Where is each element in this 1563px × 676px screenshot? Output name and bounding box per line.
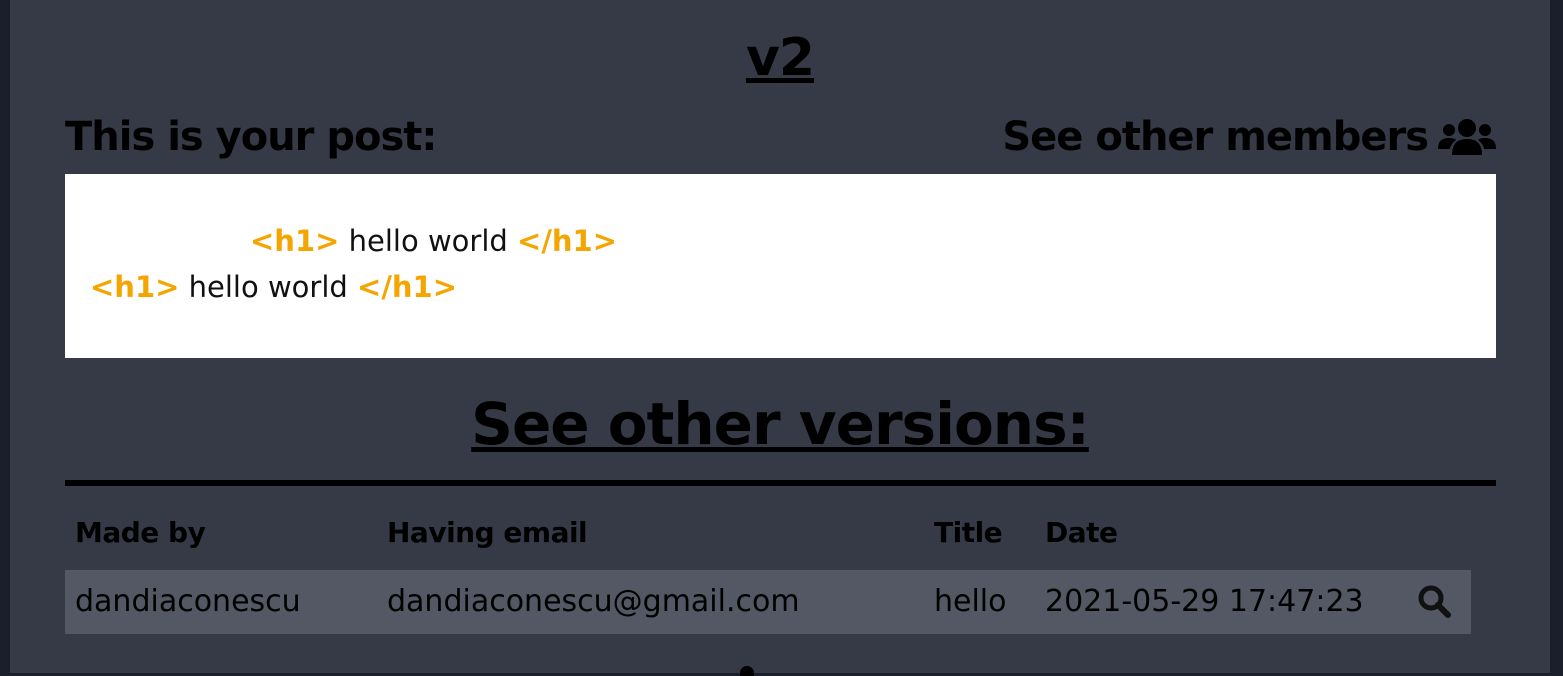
main-panel: v2 This is your post: See other members … [10, 0, 1550, 676]
cell-date: 2021-05-29 17:47:23 [1045, 584, 1364, 619]
see-other-members-link[interactable]: See other members [1002, 114, 1496, 160]
post-line: <h1> hello world </h1> [250, 224, 617, 258]
column-header-email: Having email [387, 516, 588, 549]
open-tag: <h1> [250, 224, 340, 258]
post-heading: This is your post: [65, 114, 437, 160]
users-icon [1438, 119, 1496, 155]
version-title: v2 [745, 28, 815, 88]
cell-email: dandiaconescu@gmail.com [387, 584, 800, 619]
partial-element [740, 666, 754, 676]
close-tag: </h1> [357, 270, 458, 304]
divider [65, 480, 1496, 486]
close-tag: </h1> [517, 224, 618, 258]
post-text: hello world [188, 270, 348, 304]
members-link-label: See other members [1002, 114, 1429, 160]
post-line: <h1> hello world </h1> [90, 270, 457, 304]
cell-title: hello [934, 584, 1007, 619]
post-text: hello world [348, 224, 508, 258]
table-row: dandiaconescu dandiaconescu@gmail.com he… [65, 570, 1471, 634]
column-header-made-by: Made by [75, 516, 206, 549]
column-header-title: Title [934, 516, 1003, 549]
post-content: <h1> hello world </h1> <h1> hello world … [65, 174, 1496, 358]
cell-made-by: dandiaconescu [75, 584, 301, 619]
versions-heading: See other versions: [471, 390, 1090, 458]
column-header-date: Date [1045, 516, 1118, 549]
search-icon[interactable] [1417, 584, 1451, 618]
open-tag: <h1> [90, 270, 180, 304]
